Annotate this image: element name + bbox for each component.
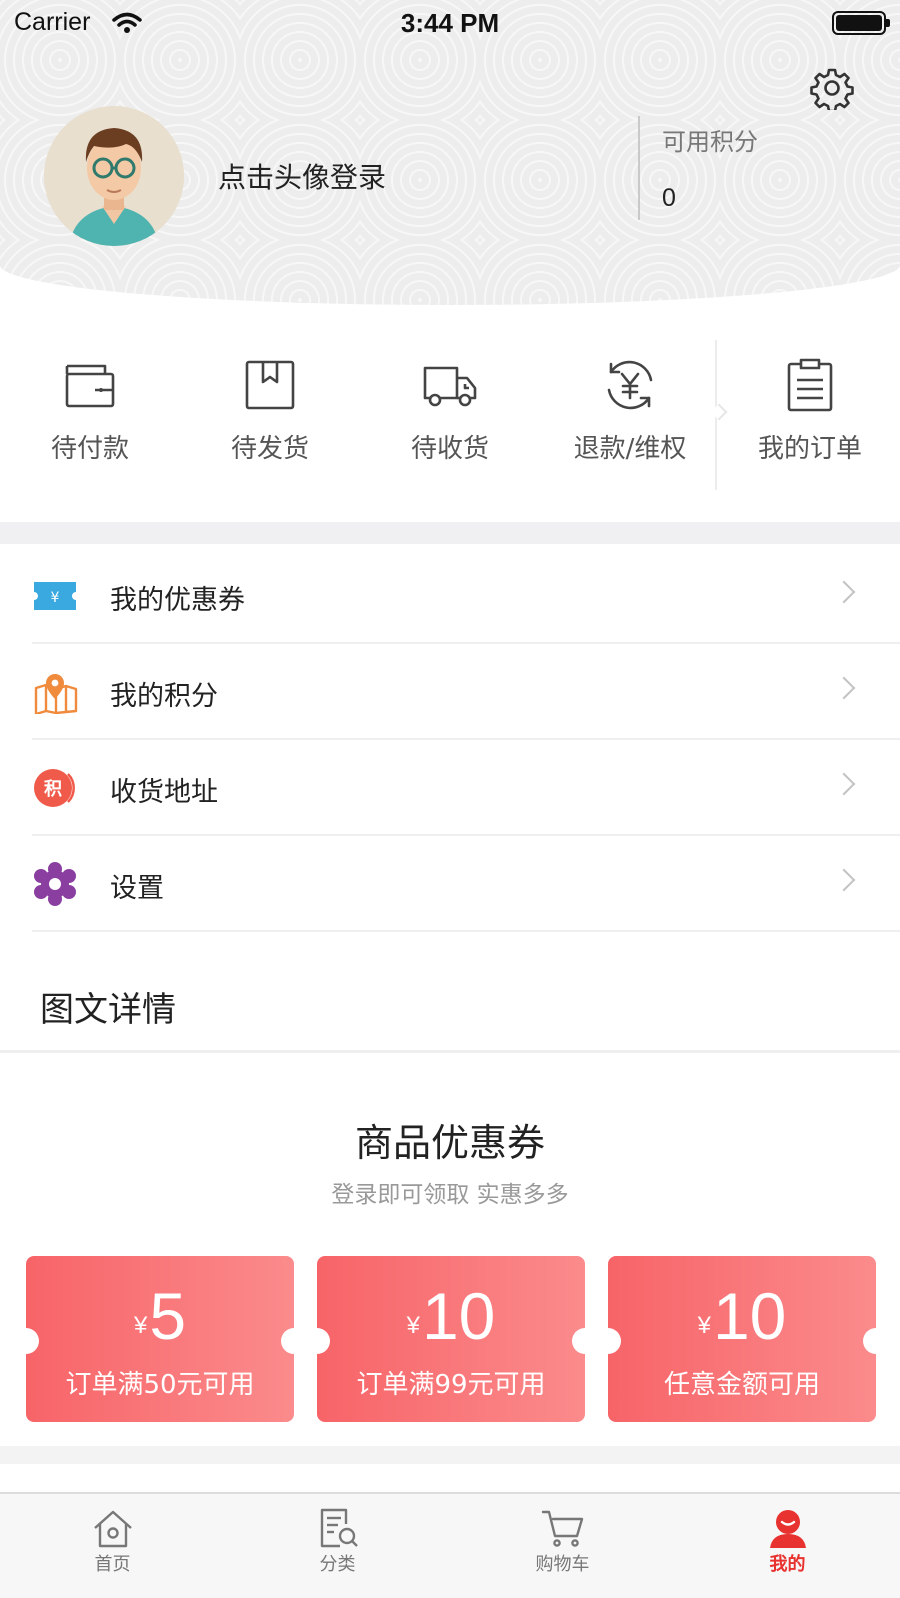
tab-bar: 首页 分类 购物车 我的 (0, 1492, 900, 1598)
coupon-amount: ¥5 (26, 1278, 294, 1354)
tab-label: 分类 (319, 1554, 356, 1575)
order-pending-shipment[interactable]: 待发货 (180, 340, 360, 490)
coupon-value: 5 (149, 1279, 187, 1353)
section-title: 图文详情 (40, 990, 176, 1030)
my-orders[interactable]: 我的订单 (720, 340, 900, 490)
order-label: 待收货 (410, 434, 489, 464)
menu-label: 我的优惠券 (110, 585, 245, 616)
order-pending-payment[interactable]: 待付款 (0, 340, 180, 490)
coupon-card[interactable]: ¥10 订单满99元可用 (317, 1256, 585, 1422)
menu-label: 设置 (110, 873, 164, 904)
currency-symbol: ¥ (697, 1312, 711, 1339)
coupon-heading: 商品优惠券 (354, 1121, 545, 1165)
coupon-icon: ¥ (34, 582, 76, 610)
order-pending-receipt[interactable]: 待收货 (360, 340, 540, 490)
chevron-right-icon (832, 676, 856, 700)
coupon-amount: ¥10 (608, 1278, 876, 1354)
order-status-row: 待付款 待发货 待收货 退款/维权 我的订单 (0, 340, 900, 490)
section-gap (0, 1446, 900, 1464)
settings-gear-icon[interactable] (810, 66, 854, 110)
flower-gear-icon (34, 862, 76, 906)
cart-icon (541, 1510, 583, 1547)
truck-icon (423, 366, 477, 407)
battery-icon (832, 11, 890, 35)
points-title: 可用积分 (662, 128, 758, 156)
clipboard-icon (787, 358, 833, 412)
avatar-person-icon (44, 106, 184, 246)
tab-label: 首页 (94, 1554, 131, 1575)
divider (32, 930, 900, 932)
tab-home[interactable]: 首页 (0, 1494, 225, 1598)
tab-label: 我的 (769, 1554, 806, 1575)
tab-mine[interactable]: 我的 (675, 1494, 900, 1598)
coupon-condition: 任意金额可用 (663, 1370, 820, 1400)
package-icon (245, 360, 295, 410)
svg-text:积: 积 (44, 779, 62, 800)
status-time: 3:44 PM (400, 8, 500, 38)
coupon-condition: 订单满99元可用 (356, 1370, 546, 1400)
status-bar: Carrier 3:44 PM (0, 0, 900, 46)
coupon-value: 10 (421, 1279, 496, 1353)
order-label: 退款/维权 (573, 434, 687, 464)
orders-separator (715, 340, 717, 490)
currency-symbol: ¥ (133, 1312, 148, 1339)
points-icon: 积 (34, 769, 75, 807)
category-search-icon (320, 1508, 358, 1548)
points-divider (638, 116, 640, 220)
map-pin-icon (34, 674, 78, 714)
currency-symbol: ¥ (406, 1312, 420, 1339)
coupon-condition: 订单满50元可用 (65, 1370, 255, 1400)
order-refund[interactable]: 退款/维权 (540, 340, 720, 490)
tab-label: 购物车 (535, 1554, 590, 1575)
chevron-right-icon (832, 580, 856, 604)
login-prompt[interactable]: 点击头像登录 (218, 156, 386, 196)
wallet-icon (65, 364, 115, 408)
points-value: 0 (662, 184, 676, 212)
menu-label: 我的积分 (110, 681, 218, 712)
menu-item-points[interactable]: 我的积分 (0, 644, 900, 740)
section-gap (0, 522, 900, 544)
coupon-card[interactable]: ¥5 订单满50元可用 (26, 1256, 294, 1422)
chevron-right-icon (832, 868, 856, 892)
menu-item-coupons[interactable]: ¥ 我的优惠券 (0, 548, 900, 644)
menu-item-settings[interactable]: 设置 (0, 836, 900, 932)
coupon-value: 10 (712, 1279, 787, 1353)
tab-category[interactable]: 分类 (225, 1494, 450, 1598)
refund-icon (607, 360, 653, 410)
coupon-card[interactable]: ¥10 任意金额可用 (608, 1256, 876, 1422)
divider (0, 1050, 900, 1053)
profile-header: Carrier 3:44 PM 点击头像登录 可用积分 0 (0, 0, 900, 305)
coupon-subheading: 登录即可领取 实惠多多 (331, 1182, 569, 1208)
svg-text:¥: ¥ (51, 590, 60, 606)
order-label: 待发货 (230, 434, 309, 464)
home-icon (93, 1510, 132, 1548)
tab-cart[interactable]: 购物车 (450, 1494, 675, 1598)
coupon-amount: ¥10 (317, 1278, 585, 1354)
order-label: 我的订单 (757, 434, 862, 464)
order-label: 待付款 (50, 434, 129, 464)
menu-label: 收货地址 (110, 777, 218, 808)
profile-icon (769, 1510, 806, 1548)
avatar[interactable] (44, 106, 184, 246)
chevron-right-icon (832, 772, 856, 796)
menu-item-address[interactable]: 积 收货地址 (0, 740, 900, 836)
